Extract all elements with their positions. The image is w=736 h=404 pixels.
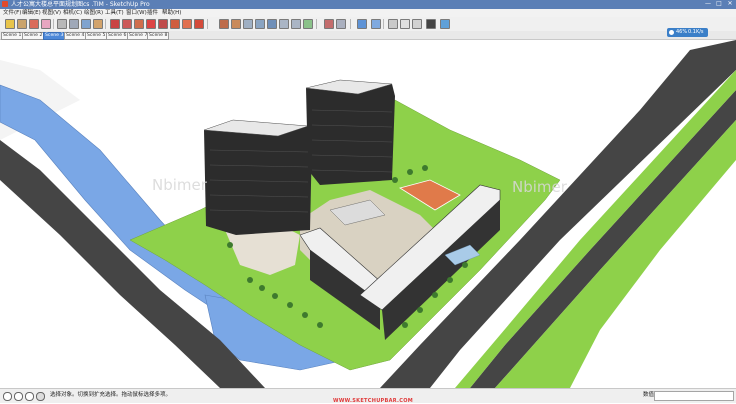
pan-tool-icon[interactable] [231, 19, 241, 29]
upload-arrow-icon [669, 30, 674, 35]
tab-scene-5[interactable]: Scene 5 [85, 32, 108, 40]
menu-plugins[interactable]: 插件 [147, 9, 158, 17]
rotate-tool-icon[interactable] [134, 19, 144, 29]
next-view-icon[interactable] [291, 19, 301, 29]
title-bar: 人才公寓大楼总平面规划图cs .TIM - SketchUp Pro — □ ✕ [0, 0, 736, 9]
network-speed-badge[interactable]: 46% 0.1K/s [667, 28, 708, 37]
scale-tool-icon[interactable] [158, 19, 168, 29]
geo-location-icon[interactable] [3, 392, 12, 401]
watermark-left: Nbimer [152, 176, 208, 194]
line-tool-icon[interactable] [69, 19, 79, 29]
dimension-tool-icon[interactable] [194, 19, 204, 29]
wireframe-style-icon[interactable] [400, 19, 410, 29]
iso-view-icon[interactable] [357, 19, 367, 29]
instructor-icon[interactable] [36, 392, 45, 401]
xray-style-icon[interactable] [388, 19, 398, 29]
menu-edit[interactable]: 编辑(E) [22, 9, 41, 17]
help-icon[interactable] [25, 392, 34, 401]
toolbar-separator [350, 19, 351, 29]
site-model-render: Nbimer Nbimer [0, 40, 736, 388]
toolbar-separator [105, 19, 106, 29]
tower-west [204, 120, 312, 235]
zoom-extents-icon[interactable] [267, 19, 277, 29]
maximize-button[interactable]: □ [714, 0, 724, 8]
hidden-line-style-icon[interactable] [412, 19, 422, 29]
toolbar-separator [316, 19, 317, 29]
menu-file[interactable]: 文件(F) [3, 9, 21, 17]
toolbar-separator [53, 19, 54, 29]
shaded-style-icon[interactable] [426, 19, 436, 29]
section-plane-icon[interactable] [324, 19, 334, 29]
menu-draw[interactable]: 绘图(R) [84, 9, 103, 17]
tab-scene-1[interactable]: Scene 1 [1, 32, 24, 40]
toolbar-separator [383, 19, 384, 29]
position-camera-icon[interactable] [303, 19, 313, 29]
previous-view-icon[interactable] [279, 19, 289, 29]
menu-view[interactable]: 视图(V) [42, 9, 61, 17]
tower-east [306, 80, 395, 185]
paint-bucket-icon[interactable] [29, 19, 39, 29]
tab-scene-2[interactable]: Scene 2 [22, 32, 45, 40]
orbit-tool-icon[interactable] [219, 19, 229, 29]
status-message: 选择对象。切换到扩充选择。拖动鼠标选择多项。 [50, 392, 172, 398]
model-viewport[interactable]: Nbimer Nbimer [0, 40, 736, 388]
shaded-textures-icon[interactable] [440, 19, 450, 29]
main-toolbar [0, 17, 736, 32]
follow-me-icon[interactable] [146, 19, 156, 29]
component-tool-icon[interactable] [17, 19, 27, 29]
status-bar: 选择对象。切换到扩充选择。拖动鼠标选择多项。 WWW.SKETCHUPBAR.C… [0, 388, 736, 404]
menu-camera[interactable]: 相机(C) [63, 9, 82, 17]
zoom-window-icon[interactable] [255, 19, 265, 29]
sketchup-app-icon [2, 1, 8, 7]
circle-tool-icon[interactable] [81, 19, 91, 29]
measurements-input[interactable] [654, 391, 734, 401]
toolbar-separator [207, 19, 208, 29]
top-view-icon[interactable] [371, 19, 381, 29]
site-url-watermark: WWW.SKETCHUPBAR.COM [333, 398, 414, 404]
minimize-button[interactable]: — [703, 0, 713, 8]
menu-help[interactable]: 帮助(H) [162, 9, 181, 17]
push-pull-icon[interactable] [122, 19, 132, 29]
menu-window[interactable]: 窗口(W) [126, 9, 147, 17]
offset-tool-icon[interactable] [170, 19, 180, 29]
tab-scene-4[interactable]: Scene 4 [64, 32, 87, 40]
eraser-icon[interactable] [41, 19, 51, 29]
rectangle-tool-icon[interactable] [57, 19, 67, 29]
select-tool-icon[interactable] [5, 19, 15, 29]
menu-tools[interactable]: 工具(T) [105, 9, 124, 17]
measurements-label: 数值 [643, 392, 655, 398]
zoom-tool-icon[interactable] [243, 19, 253, 29]
walk-tool-icon[interactable] [336, 19, 346, 29]
close-button[interactable]: ✕ [725, 0, 735, 8]
move-tool-icon[interactable] [110, 19, 120, 29]
watermark-right: Nbimer [512, 178, 568, 196]
tab-scene-6[interactable]: Scene 6 [106, 32, 129, 40]
scene-tabs-bar: Scene 1 Scene 2 Scene 3 Scene 4 Scene 5 … [0, 31, 736, 40]
menu-bar: 文件(F) 编辑(E) 视图(V) 相机(C) 绘图(R) 工具(T) 窗口(W… [0, 9, 736, 17]
window-title: 人才公寓大楼总平面规划图cs .TIM - SketchUp Pro [11, 1, 150, 8]
credits-icon[interactable] [14, 392, 23, 401]
tab-scene-8[interactable]: Scene 8 [147, 32, 170, 40]
arc-tool-icon[interactable] [93, 19, 103, 29]
speed-rate: 0.1K/s [688, 29, 704, 35]
tape-measure-icon[interactable] [182, 19, 192, 29]
tab-scene-3[interactable]: Scene 3 [43, 32, 66, 40]
speed-percent: 46% [676, 29, 688, 35]
